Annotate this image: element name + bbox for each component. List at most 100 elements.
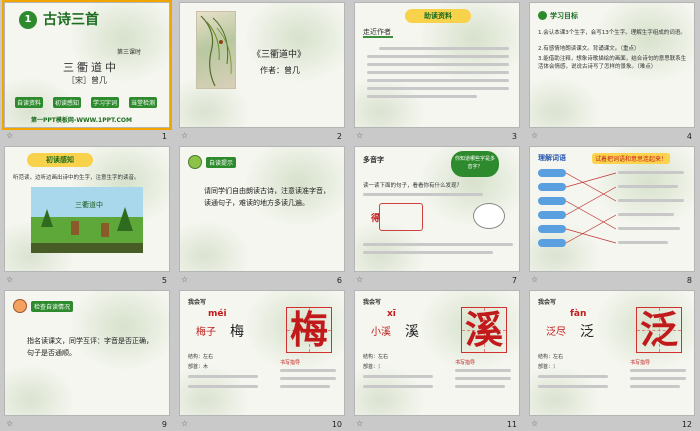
structure-label: 结构：左右 <box>538 354 564 360</box>
slide-thumbnail-4[interactable]: 学习目标 1.会认本课3个生字，会写13个生字。理解生字组成的词语。 2.有感情… <box>525 0 700 144</box>
slide-2[interactable]: 《三衢道中》 作者：曾几 <box>179 2 345 128</box>
slide-11[interactable]: 我会写 xī 小溪 溪 溪 结构：左右 部首：氵 书写指导 <box>354 290 520 416</box>
menu-button-2[interactable]: 初读感知 <box>53 97 82 108</box>
star-icon: ☆ <box>356 419 364 428</box>
writing-tip: 书写指导 <box>455 360 476 366</box>
speech-bubble: 你知道哪些字是多音字？ <box>451 151 499 177</box>
slide-3[interactable]: 助读资料 走近作者 <box>354 2 520 128</box>
willow-painting <box>196 11 236 89</box>
star-icon: ☆ <box>6 419 14 428</box>
star-icon: ☆ <box>356 275 364 284</box>
section-heading: 我会写 <box>188 299 207 306</box>
slide-sorter-grid: 1 古诗三首 第三课时 三衢道中 ［宋］曾几 自读资料 初读感知 学习字词 当堂… <box>0 0 700 431</box>
writing-tip: 书写指导 <box>280 360 301 366</box>
slide-title: 古诗三首 <box>43 12 99 28</box>
section-heading: 理解词语 <box>538 154 566 162</box>
radical-label: 部首：木 <box>188 364 209 370</box>
radical-label: 部首：氵 <box>538 364 559 370</box>
example-word: 小溪 <box>371 327 391 338</box>
section-banner: 初读感知 <box>27 153 93 167</box>
star-icon: ☆ <box>181 275 189 284</box>
lesson-label: 第三课时 <box>117 49 142 56</box>
slide-thumbnail-12[interactable]: 我会写 fàn 泛尽 泛 泛 结构：左右 部首：氵 书写指导 ☆ 12 <box>525 288 700 431</box>
polyphone-box <box>379 203 423 231</box>
slide-number: 10 <box>331 420 342 429</box>
student-icon <box>13 299 27 313</box>
example-word: 泛尽 <box>546 327 566 338</box>
star-icon: ☆ <box>181 419 189 428</box>
slide-thumbnail-6[interactable]: 自读提示 请同学们自由朗读古诗，注意读准字音，读通句子，难读的地方多读几遍。 ☆… <box>175 144 350 288</box>
slide-number: 11 <box>506 420 517 429</box>
star-icon: ☆ <box>6 275 14 284</box>
slide-thumbnail-5[interactable]: 初读感知 听范读，边听边画出诗中的生字，注意生字的读音。 三衢道中 ☆ 5 <box>0 144 175 288</box>
target-char-small: 梅 <box>230 324 244 340</box>
slide-8[interactable]: 理解词语 试着把词语和意思连起来！ <box>529 146 695 272</box>
slide-number: 6 <box>336 276 342 285</box>
slide-thumbnail-11[interactable]: 我会写 xī 小溪 溪 溪 结构：左右 部首：氵 书写指导 ☆ 11 <box>350 288 525 431</box>
writing-tip: 书写指导 <box>630 360 651 366</box>
star-icon: ☆ <box>6 131 14 140</box>
slide-thumbnail-9[interactable]: 检查自读情况 指名读课文，同学互评：字音是否正确，句子是否通顺。 ☆ 9 <box>0 288 175 431</box>
prompt-text: 指名读课文，同学互评：字音是否正确，句子是否通顺。 <box>27 337 153 357</box>
footer-text: 第一PPT模板网-WWW.1PPT.COM <box>31 117 132 124</box>
target-icon <box>538 11 547 20</box>
instruction-text: 听范读，边听边画出诗中的生字，注意生字的读音。 <box>13 175 140 181</box>
section-heading: 我会写 <box>363 299 382 306</box>
structure-label: 结构：左右 <box>188 354 214 360</box>
structure-label: 结构：左右 <box>363 354 389 360</box>
slide-thumbnail-10[interactable]: 我会写 méi 梅子 梅 梅 结构：左右 部首：木 书写指导 ☆ 10 <box>175 288 350 431</box>
slide-10[interactable]: 我会写 méi 梅子 梅 梅 结构：左右 部首：木 书写指导 <box>179 290 345 416</box>
slide-number: 2 <box>336 132 342 141</box>
menu-button-1[interactable]: 自读资料 <box>15 97 44 108</box>
video-frame[interactable]: 三衢道中 <box>31 187 143 253</box>
slide-1[interactable]: 1 古诗三首 第三课时 三衢道中 ［宋］曾几 自读资料 初读感知 学习字词 当堂… <box>2 0 172 130</box>
slide-12[interactable]: 我会写 fàn 泛尽 泛 泛 结构：左右 部首：氵 书写指导 <box>529 290 695 416</box>
slide-thumbnail-1[interactable]: 1 古诗三首 第三课时 三衢道中 ［宋］曾几 自读资料 初读感知 学习字词 当堂… <box>0 0 175 144</box>
match-prompt: 试着把词语和意思连起来！ <box>592 153 671 164</box>
slide-number: 12 <box>681 420 692 429</box>
slide-number: 9 <box>161 420 167 429</box>
radical-label: 部首：氵 <box>363 364 384 370</box>
slide-7[interactable]: 多音字 你知道哪些字是多音字？ 读一读下面的句子，看看你有什么发现？ 得 <box>354 146 520 272</box>
menu-button-4[interactable]: 当堂检测 <box>129 97 158 108</box>
slide-number: 3 <box>511 132 517 141</box>
slide-badge: 1 <box>19 11 37 29</box>
target-char-small: 溪 <box>405 324 419 340</box>
slide-thumbnail-2[interactable]: 《三衢道中》 作者：曾几 ☆ 2 <box>175 0 350 144</box>
polyphone-char: 得 <box>371 214 381 224</box>
prompt-text: 请同学们自由朗读古诗，注意读准字音，读通句子，难读的地方多读几遍。 <box>204 187 330 207</box>
slide-number: 4 <box>686 132 692 141</box>
section-heading: 学习目标 <box>550 12 578 20</box>
slide-5[interactable]: 初读感知 听范读，边听边画出诗中的生字，注意生字的读音。 三衢道中 <box>4 146 170 272</box>
reading-prompt: 读一读下面的句子，看看你有什么发现？ <box>363 183 463 189</box>
slide-9[interactable]: 检查自读情况 指名读课文，同学互评：字音是否正确，句子是否通顺。 <box>4 290 170 416</box>
goal-1: 1.会认本课3个生字，会写13个生字。理解生字组成的词语。 <box>538 30 686 36</box>
section-heading: 多音字 <box>363 156 384 164</box>
author-line: ［宋］曾几 <box>67 76 107 85</box>
goal-3: 3.能借助注释，想象诗歌描绘的画面，结合诗句的意思联系生活体会情感，说说古诗写了… <box>538 56 687 70</box>
slide-number: 5 <box>161 276 167 285</box>
section-banner: 助读资料 <box>405 9 471 23</box>
author-text: 作者：曾几 <box>260 66 300 75</box>
slide-4[interactable]: 学习目标 1.会认本课3个生字，会写13个生字。理解生字组成的词语。 2.有感情… <box>529 2 695 128</box>
slide-6[interactable]: 自读提示 请同学们自由朗读古诗，注意读准字音，读通句子，难读的地方多读几遍。 <box>179 146 345 272</box>
slide-thumbnail-3[interactable]: 助读资料 走近作者 ☆ 3 <box>350 0 525 144</box>
section-heading: 自读提示 <box>206 157 237 168</box>
cartoon-icon <box>473 203 505 229</box>
example-word: 梅子 <box>196 327 216 338</box>
poem-title: 三衢道中 <box>63 61 119 74</box>
menu-button-3[interactable]: 学习字词 <box>91 97 120 108</box>
target-char: 梅 <box>290 307 329 352</box>
star-icon: ☆ <box>531 275 539 284</box>
pinyin: xī <box>387 309 396 319</box>
target-char: 泛 <box>640 307 679 352</box>
slide-number: 1 <box>161 132 167 141</box>
star-icon: ☆ <box>531 131 539 140</box>
student-icon <box>188 155 202 169</box>
slide-thumbnail-8[interactable]: 理解词语 试着把词语和意思连起来！ ☆ 8 <box>525 144 700 288</box>
slide-thumbnail-7[interactable]: 多音字 你知道哪些字是多音字？ 读一读下面的句子，看看你有什么发现？ 得 ☆ 7 <box>350 144 525 288</box>
star-icon: ☆ <box>356 131 364 140</box>
target-char: 溪 <box>465 307 504 352</box>
pinyin: fàn <box>570 309 587 319</box>
poem-title: 《三衢道中》 <box>252 50 307 60</box>
